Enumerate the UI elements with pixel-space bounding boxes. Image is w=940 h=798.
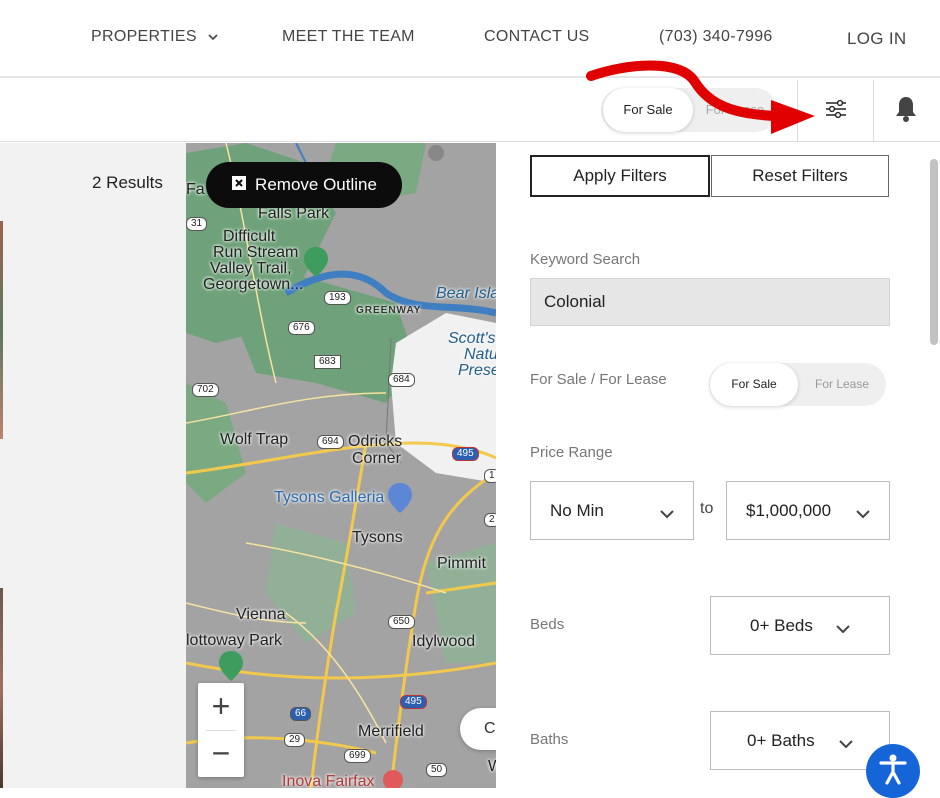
map-label: Georgetown... — [203, 276, 304, 293]
baths-label: Baths — [530, 731, 569, 748]
route-shield: 31 — [186, 217, 208, 231]
divider — [206, 730, 236, 731]
reset-filters-button[interactable]: Reset Filters — [711, 155, 889, 197]
listing-thumbnail[interactable] — [0, 221, 3, 439]
route-shield: 694 — [317, 435, 344, 449]
nav-login[interactable]: LOG IN — [847, 29, 906, 49]
sale-lease-label: For Sale / For Lease — [530, 371, 667, 388]
accessibility-icon — [876, 752, 910, 791]
toolbar: For Lease For Sale — [0, 80, 940, 142]
baths-value: 0+ Baths — [747, 731, 815, 750]
map-label: Merrifield — [358, 723, 424, 740]
price-min-select[interactable]: No Min — [530, 481, 694, 540]
accessibility-button[interactable] — [866, 744, 920, 798]
map[interactable]: Fa Falls Park Difficult Run Stream Valle… — [186, 143, 496, 788]
price-to-label: to — [700, 500, 714, 517]
map-label: Pimmit — [437, 555, 486, 572]
route-shield: 684 — [388, 373, 415, 387]
divider — [873, 80, 874, 142]
zoom-out-button[interactable]: − — [198, 730, 244, 777]
route-shield: 1 — [484, 469, 496, 483]
beds-select[interactable]: 0+ Beds — [710, 596, 890, 655]
divider — [797, 80, 798, 142]
nav-properties-label: PROPERTIES — [91, 28, 197, 46]
route-shield: 699 — [344, 749, 371, 763]
interstate-shield: 66 — [290, 707, 312, 721]
map-label: W — [488, 758, 496, 775]
beds-label: Beds — [530, 616, 565, 633]
remove-outline-label: Remove Outline — [255, 175, 377, 194]
results-list: 2 Results — [0, 143, 186, 788]
nav-properties[interactable]: PROPERTIES — [91, 28, 218, 46]
for-sale-option[interactable]: For Sale — [710, 363, 798, 406]
results-count: 2 Results — [92, 173, 163, 192]
apply-filters-button[interactable]: Apply Filters — [530, 155, 710, 197]
bell-icon — [893, 95, 919, 128]
route-shield: 193 — [324, 291, 351, 305]
route-shield: 50 — [426, 763, 448, 777]
keyword-search-input[interactable]: Colonial — [530, 278, 890, 326]
sliders-icon — [825, 99, 847, 124]
interstate-shield: 495 — [400, 695, 427, 709]
route-shield: 676 — [288, 321, 315, 335]
scrollbar[interactable] — [926, 143, 940, 788]
listing-thumbnail[interactable] — [0, 588, 3, 788]
map-label: GREENWAY — [356, 305, 422, 316]
filter-button[interactable] — [818, 94, 854, 128]
for-lease-option[interactable]: For Lease — [693, 88, 777, 132]
map-label: Odricks — [348, 433, 403, 450]
route-shield: 2 — [484, 513, 496, 527]
remove-outline-button[interactable]: Remove Outline — [206, 162, 402, 208]
map-label: Vienna — [236, 606, 286, 623]
price-max-value: $1,000,000 — [746, 501, 832, 520]
chevron-down-icon — [660, 504, 674, 524]
baths-select[interactable]: 0+ Baths — [710, 711, 890, 770]
beds-value: 0+ Beds — [750, 616, 813, 635]
chevron-down-icon — [839, 734, 853, 754]
map-label: Tysons — [352, 529, 403, 546]
interstate-shield: 495 — [452, 447, 479, 461]
sale-lease-toggle-top[interactable]: For Lease For Sale — [601, 88, 777, 132]
notifications-button[interactable] — [886, 92, 926, 130]
chevron-down-icon — [856, 504, 870, 524]
route-shield: 702 — [192, 383, 219, 397]
zoom-in-button[interactable]: + — [198, 683, 244, 730]
sale-lease-toggle[interactable]: For Lease For Sale — [709, 363, 886, 406]
nav-meet-team[interactable]: MEET THE TEAM — [282, 28, 415, 46]
chevron-down-icon — [208, 28, 218, 46]
map-label: Wolf Trap — [220, 431, 289, 448]
map-label: Fa — [186, 181, 205, 198]
for-lease-option[interactable]: For Lease — [798, 363, 886, 406]
price-min-value: No Min — [550, 501, 604, 520]
price-range-label: Price Range — [530, 444, 613, 461]
top-nav: PROPERTIES MEET THE TEAM CONTACT US (703… — [0, 0, 940, 78]
map-label: Bear Isla — [436, 285, 496, 302]
price-max-select[interactable]: $1,000,000 — [726, 481, 890, 540]
nav-phone[interactable]: (703) 340-7996 — [659, 28, 773, 46]
map-label: Inova Fairfax — [282, 773, 375, 788]
chevron-down-icon — [836, 619, 850, 639]
map-label: Prese — [458, 362, 496, 379]
route-shield: 29 — [284, 733, 306, 747]
filter-panel: Apply Filters Reset Filters Keyword Sear… — [496, 143, 926, 788]
for-sale-option[interactable]: For Sale — [603, 88, 693, 132]
map-label: Corner — [352, 450, 401, 467]
map-label: Tysons Galleria — [274, 489, 385, 506]
close-box-icon — [231, 175, 247, 196]
map-label: Idylwood — [412, 633, 476, 650]
map-control-pill[interactable]: C — [460, 708, 496, 750]
route-shield: 650 — [388, 615, 415, 629]
map-label: lottoway Park — [186, 632, 283, 649]
nav-contact[interactable]: CONTACT US — [484, 28, 590, 46]
keyword-label: Keyword Search — [530, 251, 641, 268]
route-shield: 683 — [314, 355, 341, 369]
zoom-control: + − — [198, 683, 244, 777]
scrollbar-thumb[interactable] — [930, 159, 938, 345]
